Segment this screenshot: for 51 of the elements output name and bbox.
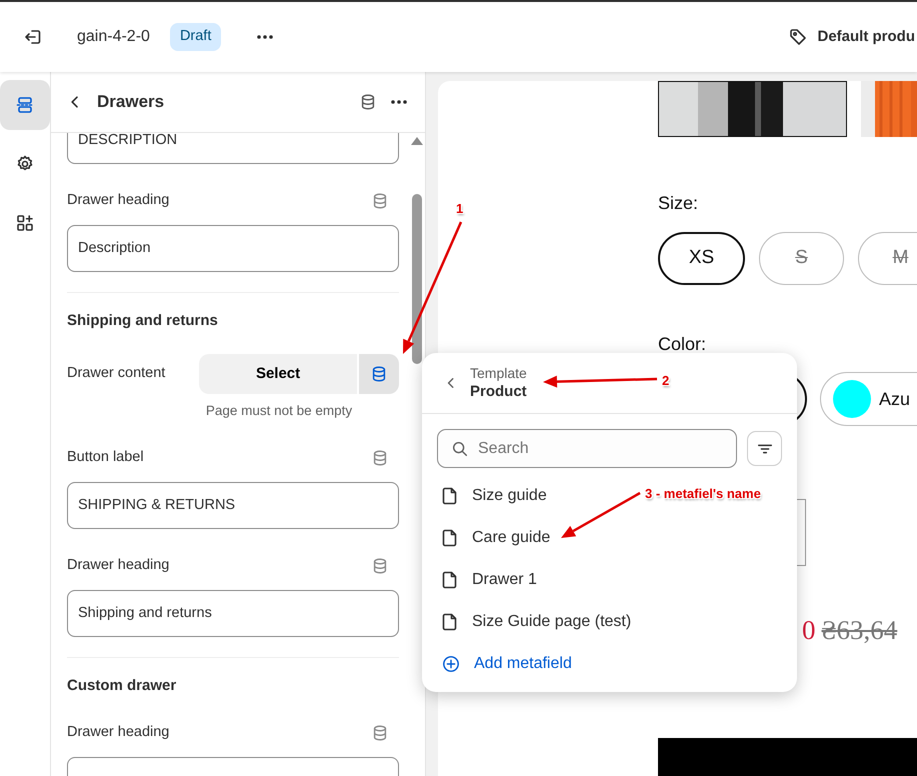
option-label: Color: [658,334,708,354]
field-label: Drawer heading [67,722,170,742]
annotation-label: 1 [456,200,464,218]
panel-title: Drawers [97,91,164,114]
exit-icon[interactable] [23,27,43,47]
page-icon [442,571,458,589]
list-item[interactable]: Size Guide page (test) [442,601,797,643]
scrollbar-thumb[interactable] [412,194,422,364]
page-icon [442,487,458,505]
field-label: Drawer heading [67,191,170,210]
apps-icon [15,213,35,233]
text-field[interactable]: Description [67,225,400,272]
rail-button[interactable] [0,80,50,130]
field-label: Drawer content [67,364,166,384]
text-field[interactable]: SHIPPING & RETURNS [67,482,400,530]
help-text: Page must not be empty [204,402,354,420]
plus-circle-icon [442,655,460,673]
page-icon [442,529,458,547]
section-heading: Shipping and returns [67,311,219,332]
section-heading: Custom drawer [67,676,178,696]
source-button[interactable] [359,354,400,394]
text-field[interactable]: Shipping and returns [67,590,400,637]
text-field[interactable]: DESCRIPTION [67,133,400,164]
annotation-label: 2 [662,372,670,390]
context-title: Product [470,382,527,401]
list-item[interactable]: Drawer 1 [442,559,797,601]
option-label: Size: [658,193,700,213]
status-badge: Draft [170,23,222,51]
field-label: Button label [67,448,144,468]
database-icon[interactable] [359,93,377,112]
compare-price: ₴63,64 [822,614,898,647]
template-name[interactable]: Default produ [818,26,915,48]
scroll-up-icon[interactable] [411,137,424,146]
field-label: Drawer heading [67,556,170,576]
annotation-label: 3 - metafiel's name [645,485,761,503]
tag-icon[interactable] [788,27,808,47]
list-item[interactable]: Care guide [442,517,797,559]
filter-button[interactable] [747,431,782,466]
color-option[interactable]: Azu [820,372,917,426]
search-icon [451,440,469,458]
size-option[interactable]: XS [658,232,745,285]
context-label: Template [470,365,527,382]
search-field[interactable]: Search [437,429,737,468]
select-button[interactable]: Select [199,354,358,394]
project-name: gain-4-2-0 [77,27,150,47]
size-option[interactable]: M [858,232,917,285]
size-option[interactable]: S [759,232,844,285]
sections-icon [15,95,35,115]
page-icon [442,613,458,631]
sale-price: 0 [802,614,816,647]
add-metafield-link[interactable]: Add metafield [442,643,797,685]
